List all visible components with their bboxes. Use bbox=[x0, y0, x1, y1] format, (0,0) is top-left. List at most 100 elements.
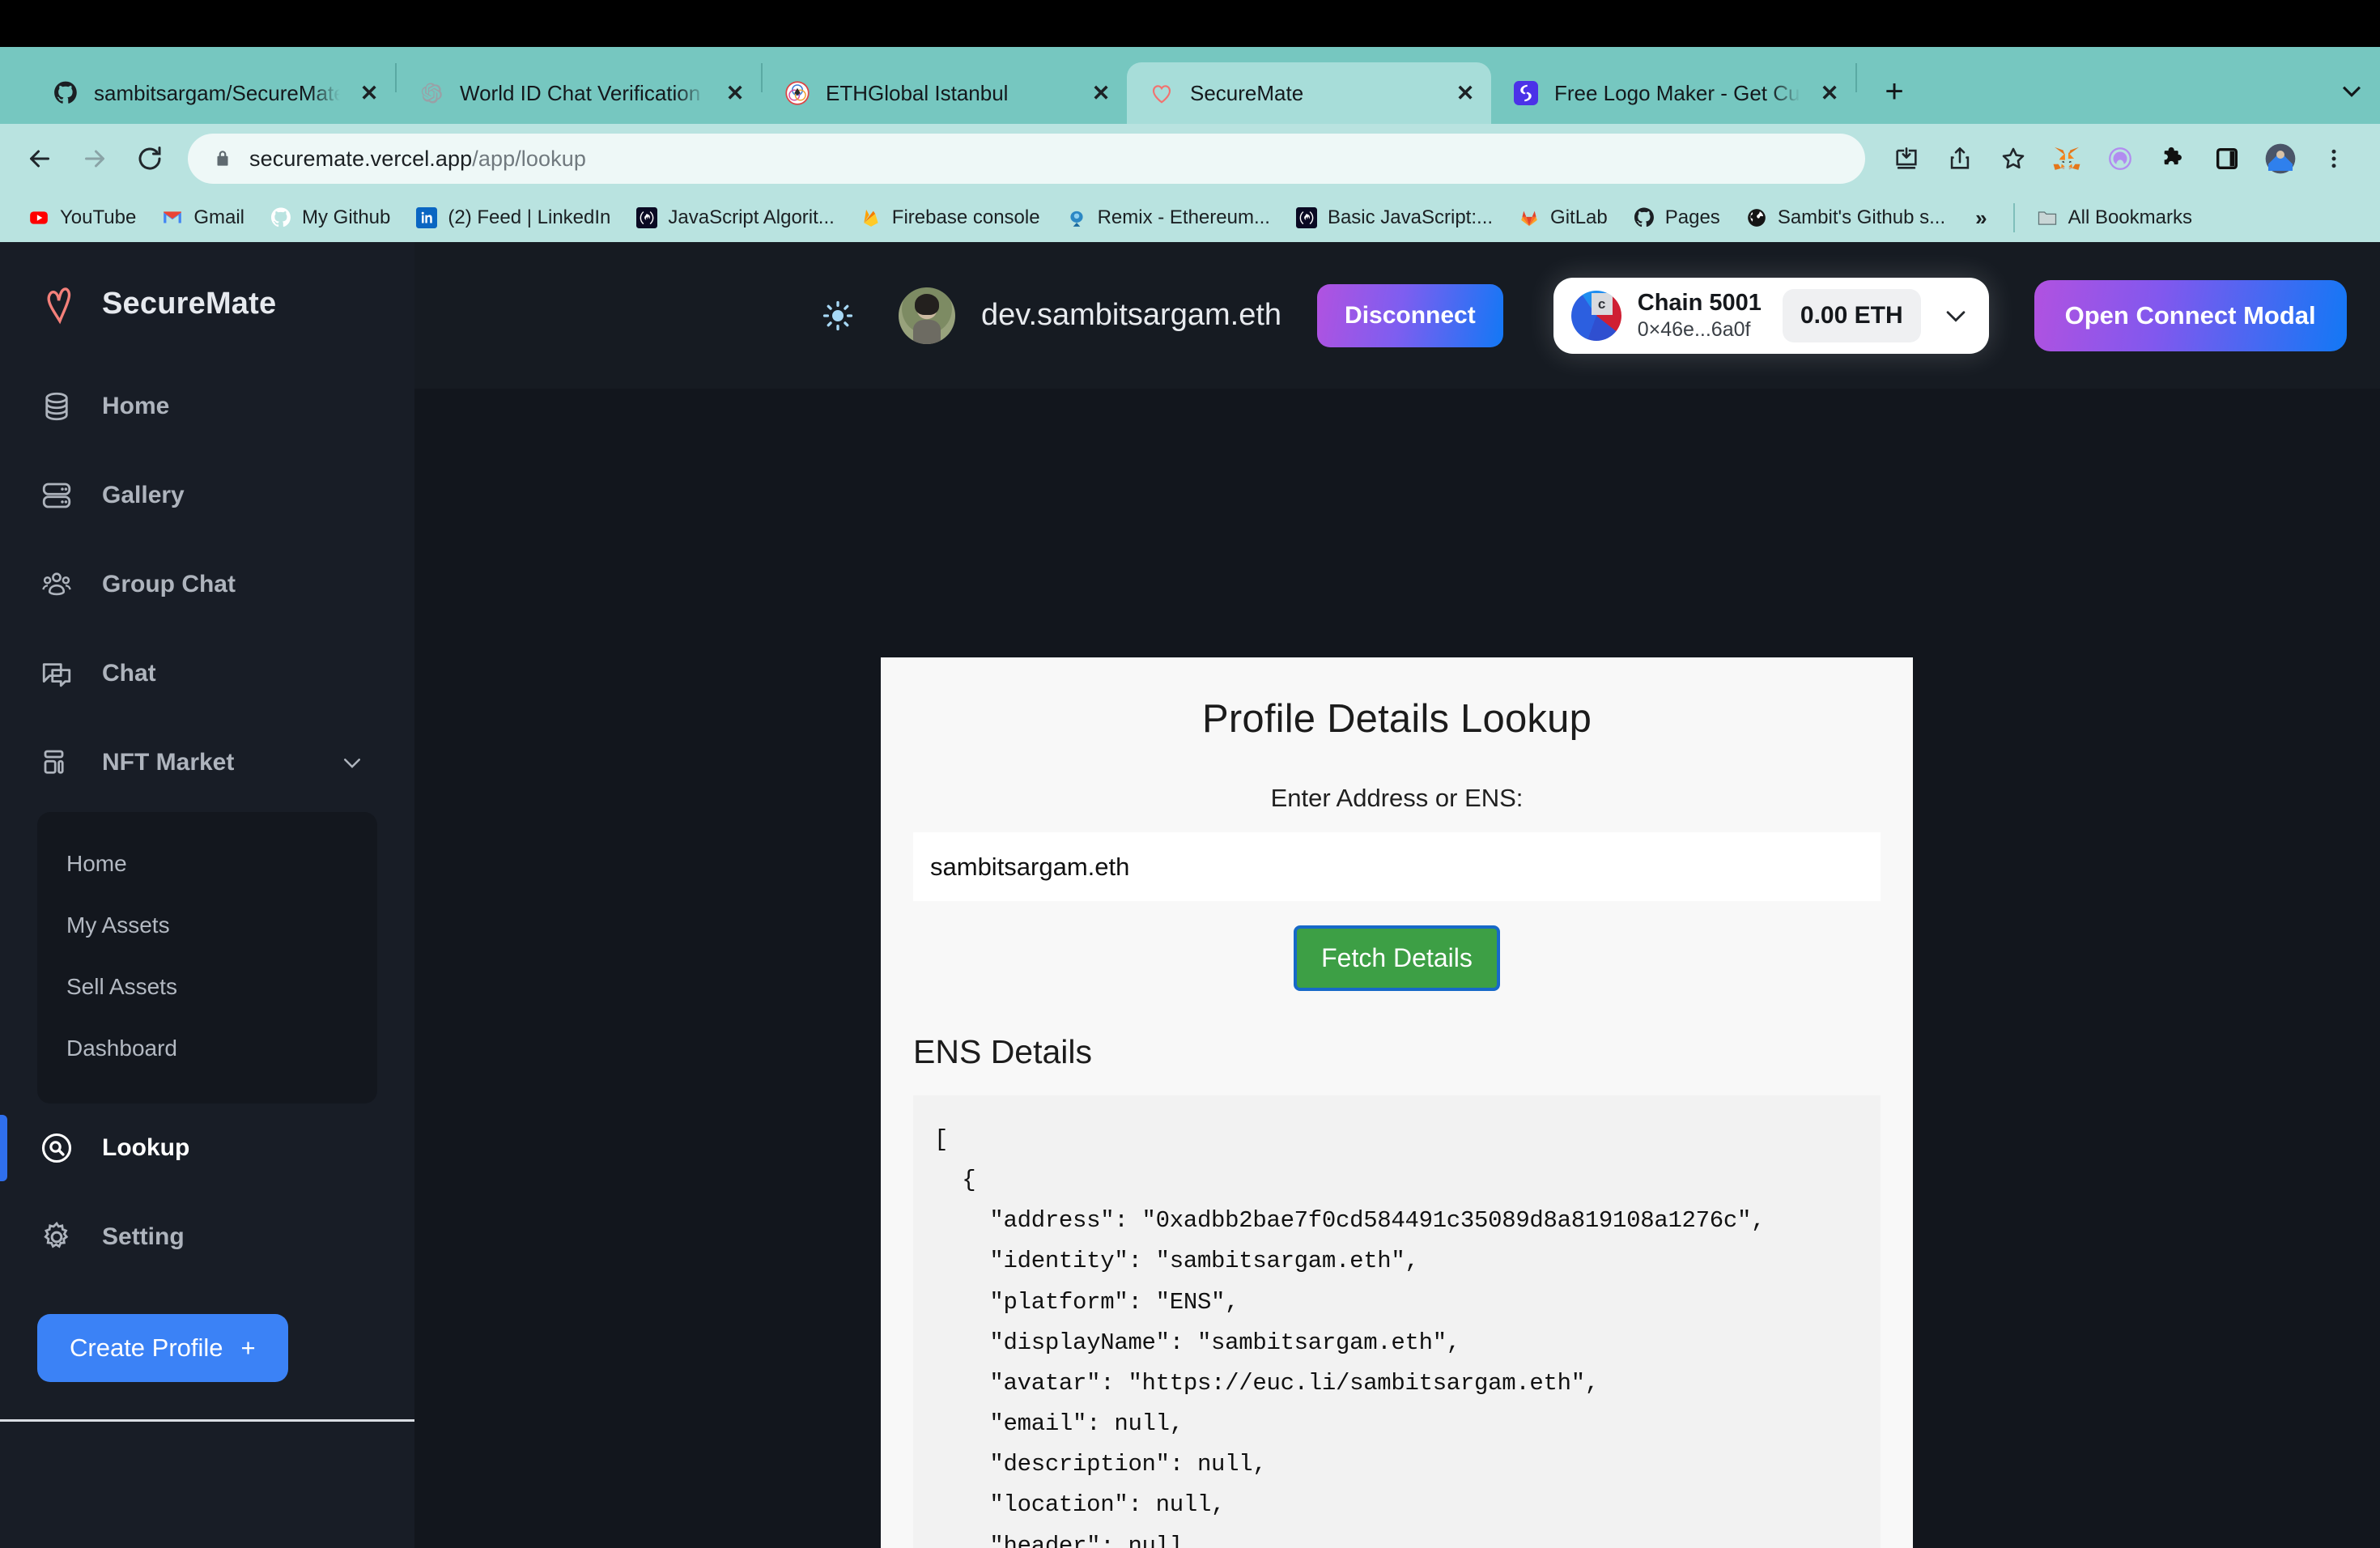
bookmark-label: Gmail bbox=[193, 206, 244, 228]
bookmark-my-github[interactable]: My Github bbox=[257, 199, 402, 236]
app-sidebar: SecureMate Home Gallery Group Chat Chat … bbox=[0, 242, 414, 1548]
browser-tab-2[interactable]: World ID Chat Verification ✕ bbox=[397, 62, 761, 124]
bookmark-gitlab[interactable]: GitLab bbox=[1505, 199, 1620, 236]
browser-tab-5[interactable]: Free Logo Maker - Get Custom ✕ bbox=[1491, 62, 1855, 124]
sidebar-item-label: Home bbox=[102, 393, 170, 419]
reload-icon[interactable] bbox=[125, 134, 175, 184]
sidebar-item-chat[interactable]: Chat bbox=[0, 629, 414, 718]
bookmarks-overflow-button[interactable]: » bbox=[1957, 206, 2004, 231]
side-panel-icon[interactable] bbox=[2202, 134, 2252, 184]
sidebar-subitem-dashboard[interactable]: Dashboard bbox=[37, 1018, 377, 1079]
chevron-down-icon[interactable] bbox=[2323, 62, 2380, 119]
server-icon bbox=[37, 476, 76, 515]
address-bar[interactable]: securemate.vercel.app/app/lookup bbox=[188, 134, 1865, 184]
gmail-icon bbox=[160, 206, 185, 230]
new-tab-button[interactable]: + bbox=[1870, 67, 1919, 116]
open-connect-modal-button[interactable]: Open Connect Modal bbox=[2034, 279, 2347, 351]
os-title-bar bbox=[0, 0, 2380, 47]
create-profile-button[interactable]: Create Profile + bbox=[37, 1314, 288, 1382]
bookmark-remix-ethereum[interactable]: Remix - Ethereum... bbox=[1052, 199, 1282, 236]
chat-bubble-icon bbox=[37, 654, 76, 693]
back-arrow-icon[interactable] bbox=[15, 134, 65, 184]
sidebar-item-nft-market[interactable]: NFT Market bbox=[0, 718, 414, 807]
metamask-icon[interactable] bbox=[2042, 134, 2092, 184]
bookmark-label: Pages bbox=[1664, 206, 1720, 228]
freecodecamp-icon bbox=[635, 206, 659, 230]
bookmark-basic-javascript[interactable]: Basic JavaScript:... bbox=[1282, 199, 1505, 236]
chain-badge: c bbox=[1591, 293, 1613, 316]
bookmark-label: Firebase console bbox=[891, 206, 1040, 228]
chain-logo-icon: c bbox=[1570, 290, 1621, 341]
extensions-puzzle-icon[interactable] bbox=[2148, 134, 2199, 184]
bookmark-firebase-console[interactable]: Firebase console bbox=[847, 199, 1052, 236]
users-icon bbox=[37, 565, 76, 604]
share-icon[interactable] bbox=[1935, 134, 1985, 184]
bookmark-star-icon[interactable] bbox=[1988, 134, 2038, 184]
sidebar-item-gallery[interactable]: Gallery bbox=[0, 451, 414, 540]
sidebar-nav: Home Gallery Group Chat Chat NFT Market … bbox=[0, 362, 414, 1282]
tab-title: ETHGlobal Istanbul bbox=[826, 80, 1009, 105]
ens-details-title: ENS Details bbox=[913, 1033, 1093, 1070]
bookmark-sambits-github-site[interactable]: Sambit's Github s... bbox=[1732, 199, 1957, 236]
close-icon[interactable]: ✕ bbox=[1451, 79, 1480, 108]
bookmark-gmail[interactable]: Gmail bbox=[148, 199, 257, 236]
github-icon bbox=[52, 79, 79, 107]
chain-address: 0×46e...6a0f bbox=[1637, 317, 1751, 341]
chain-texts: Chain 5001 0×46e...6a0f bbox=[1638, 291, 1762, 340]
chain-pill[interactable]: c Chain 5001 0×46e...6a0f 0.00 ETH bbox=[1553, 277, 1989, 354]
sidebar-item-lookup[interactable]: Lookup bbox=[0, 1104, 414, 1193]
sidebar-item-home[interactable]: Home bbox=[0, 362, 414, 451]
browser-tab-1[interactable]: sambitsargam/SecureMate: Se ✕ bbox=[31, 62, 395, 124]
chevron-down-icon[interactable] bbox=[1937, 297, 1974, 334]
all-bookmarks-button[interactable]: All Bookmarks bbox=[2023, 199, 2204, 236]
create-profile-label: Create Profile bbox=[70, 1333, 223, 1362]
disconnect-button[interactable]: Disconnect bbox=[1317, 283, 1503, 347]
sidebar-item-label: Chat bbox=[102, 660, 156, 687]
address-or-ens-input[interactable] bbox=[913, 832, 1881, 901]
sidebar-subitem-my-assets[interactable]: My Assets bbox=[37, 895, 377, 956]
url-path: /app/lookup bbox=[472, 146, 586, 171]
browser-tab-3[interactable]: ETHGlobal Istanbul ✕ bbox=[763, 62, 1127, 124]
sidebar-subitem-sell-assets[interactable]: Sell Assets bbox=[37, 956, 377, 1018]
forward-arrow-icon[interactable] bbox=[70, 134, 120, 184]
close-icon[interactable]: ✕ bbox=[1086, 79, 1116, 108]
lookup-page-inner: Profile Details Lookup Enter Address or … bbox=[881, 657, 1913, 1548]
profile-avatar-icon[interactable] bbox=[2255, 134, 2306, 184]
bookmark-label: YouTube bbox=[60, 206, 137, 228]
browser-tab-4-active[interactable]: SecureMate ✕ bbox=[1127, 62, 1491, 124]
bookmark-javascript-algorithms[interactable]: JavaScript Algorit... bbox=[623, 199, 846, 236]
connected-ens-name: dev.sambitsargam.eth bbox=[981, 298, 1282, 332]
sidebar-item-group-chat[interactable]: Group Chat bbox=[0, 540, 414, 629]
bookmark-pages[interactable]: Pages bbox=[1620, 199, 1732, 236]
app-brand[interactable]: SecureMate bbox=[0, 242, 414, 333]
close-icon[interactable]: ✕ bbox=[720, 79, 750, 108]
gitlab-icon bbox=[1517, 206, 1541, 230]
address-bar-url: securemate.vercel.app/app/lookup bbox=[249, 147, 586, 172]
chain-balance[interactable]: 0.00 ETH bbox=[1782, 288, 1921, 342]
bookmark-youtube[interactable]: YouTube bbox=[15, 199, 148, 236]
firebase-icon bbox=[859, 206, 883, 230]
close-icon[interactable]: ✕ bbox=[355, 79, 384, 108]
bookmark-label: My Github bbox=[301, 206, 391, 228]
install-icon[interactable] bbox=[1881, 134, 1932, 184]
chevron-down-icon[interactable] bbox=[340, 751, 364, 775]
close-icon[interactable]: ✕ bbox=[1815, 79, 1844, 108]
sidebar-item-label: Setting bbox=[102, 1223, 185, 1250]
globe-icon bbox=[1745, 206, 1769, 230]
lookup-page-card: Profile Details Lookup Enter Address or … bbox=[881, 657, 1913, 1548]
bookmark-label: JavaScript Algorit... bbox=[668, 206, 835, 228]
gear-icon bbox=[37, 1218, 76, 1257]
rabby-icon[interactable] bbox=[2095, 134, 2145, 184]
sidebar-subitem-home[interactable]: Home bbox=[37, 833, 377, 895]
sidebar-divider bbox=[0, 1419, 414, 1422]
tab-title: World ID Chat Verification bbox=[460, 80, 701, 105]
sun-icon[interactable] bbox=[810, 287, 866, 344]
sidebar-item-setting[interactable]: Setting bbox=[0, 1193, 414, 1282]
bookmark-linkedin[interactable]: (2) Feed | LinkedIn bbox=[402, 199, 623, 236]
fetch-details-button[interactable]: Fetch Details bbox=[1294, 925, 1500, 991]
browser-window: sambitsargam/SecureMate: Se ✕ World ID C… bbox=[0, 0, 2380, 1548]
logo-maker-icon bbox=[1512, 79, 1540, 107]
chrome-menu-icon[interactable] bbox=[2309, 134, 2359, 184]
bookmark-label: Basic JavaScript:... bbox=[1327, 206, 1494, 228]
user-avatar[interactable] bbox=[899, 287, 955, 344]
